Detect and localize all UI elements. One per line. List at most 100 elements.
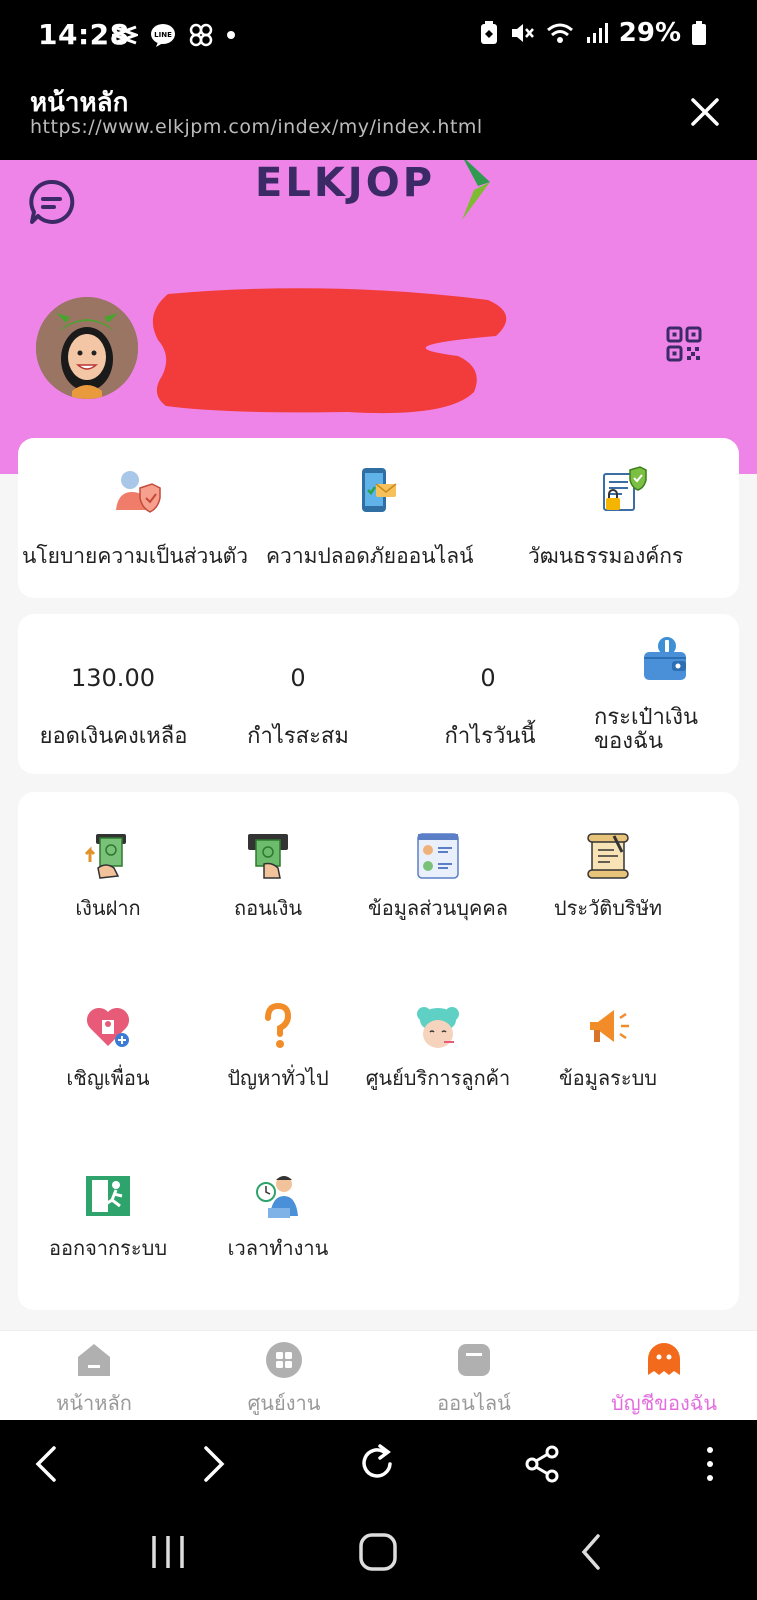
capcut-icon [112, 25, 138, 45]
home-icon [78, 1344, 110, 1376]
balance-label: ยอดเงินคงเหลือ [39, 724, 188, 749]
bottom-nav: หน้าหลัก ศูนย์งาน ออนไลน์ บัญชีของฉัน [0, 1330, 757, 1420]
nav-home-label: หน้าหลัก [56, 1391, 132, 1415]
signal-icon [586, 23, 608, 43]
battery-percent: 29% [618, 18, 681, 48]
profile-header: ELKJOP [0, 160, 757, 474]
menu-item-label: ข้อมูลระบบ [559, 1066, 657, 1090]
pinwheel-icon [189, 23, 213, 47]
my-wallet-label-line2: ของฉัน [594, 729, 664, 754]
nav-my-account[interactable]: บัญชีของฉัน [584, 1341, 744, 1419]
logout-icon [86, 1176, 130, 1216]
policy-online-security[interactable]: ความปลอดภัยออนไลน์ [258, 438, 498, 598]
system-navigation-bar [0, 1510, 757, 1600]
policy-card: นโยบายความเป็นส่วนตัว ความปลอดภัยออนไลน์… [18, 438, 739, 598]
close-icon[interactable] [685, 92, 725, 132]
nav-home[interactable]: หน้าหลัก [14, 1341, 174, 1419]
nav-online-label: ออนไลน์ [437, 1391, 511, 1415]
browser-toolbar [0, 1420, 757, 1510]
battery-saver-icon [480, 21, 497, 44]
my-wallet-button[interactable]: กระเป๋าเงิน ของฉัน [594, 706, 714, 754]
menu-item-label: ปัญหาทั่วไป [227, 1066, 329, 1090]
menu-item-logout[interactable]: ออกจากระบบ [18, 1172, 198, 1282]
system-info-icon [590, 1010, 629, 1042]
menu-item-personal-info[interactable]: ข้อมูลส่วนบุคคล [348, 832, 528, 942]
more-options-icon[interactable] [688, 1442, 732, 1486]
logo-mark-icon [462, 160, 490, 220]
recent-apps-icon[interactable] [146, 1530, 190, 1574]
policy-online-security-label: ความปลอดภัยออนไลน์ [266, 544, 474, 568]
policy-privacy[interactable]: นโยบายความเป็นส่วนตัว [18, 438, 258, 598]
menu-item-label: ข้อมูลส่วนบุคคล [368, 896, 508, 920]
forward-icon[interactable] [190, 1442, 234, 1486]
customer-service-icon [417, 1007, 459, 1048]
task-center-icon [266, 1342, 302, 1378]
logo: ELKJOP [255, 160, 436, 206]
nav-task-center-label: ศูนย์งาน [247, 1391, 321, 1415]
menu-item-label: ศูนย์บริการลูกค้า [365, 1066, 511, 1090]
menu-item-customer-service[interactable]: ศูนย์บริการลูกค้า [348, 1002, 528, 1112]
qr-code-icon[interactable] [666, 326, 702, 362]
working-hours-icon [256, 1176, 298, 1218]
privacy-icon [116, 471, 161, 513]
chat-icon[interactable] [28, 178, 76, 226]
policy-corporate-culture-label: วัฒนธรรมองค์กร [528, 544, 684, 568]
redaction-overlay [152, 288, 507, 414]
status-bar: 14:28 LINE 29% [0, 0, 757, 72]
my-account-icon [648, 1343, 680, 1375]
my-wallet-label-line1: กระเป๋าเงิน [594, 705, 699, 730]
menu-item-withdraw[interactable]: ถอนเงิน [178, 832, 358, 942]
personal-info-icon [417, 833, 459, 879]
system-back-icon[interactable] [570, 1530, 614, 1574]
menu-item-label: ถอนเงิน [233, 896, 303, 920]
menu-item-deposit[interactable]: เงินฝาก [18, 832, 198, 942]
reload-icon[interactable] [356, 1442, 400, 1486]
policy-corporate-culture[interactable]: วัฒนธรรมองค์กร [498, 438, 739, 598]
menu-item-label: เชิญเพื่อน [66, 1066, 150, 1090]
nav-my-account-label: บัญชีของฉัน [610, 1391, 718, 1415]
today-profit-value: 0 [480, 664, 496, 692]
page-content: ELKJOP นโยบายความเป็นส่วนตัว ความปลอดภัย… [0, 160, 757, 1330]
menu-item-label: เวลาทำงาน [227, 1236, 329, 1260]
avatar-image [36, 297, 138, 399]
accumulated-profit-value: 0 [290, 664, 306, 692]
svg-text:LINE: LINE [154, 31, 172, 39]
wallet-icon[interactable] [642, 636, 688, 682]
withdraw-icon [248, 834, 288, 879]
avatar[interactable] [36, 297, 138, 399]
online-icon [458, 1344, 490, 1376]
battery-icon [692, 21, 706, 45]
balance-value: 130.00 [71, 664, 155, 692]
menu-item-system-info[interactable]: ข้อมูลระบบ [518, 1002, 698, 1112]
accumulated-profit-label: กำไรสะสม [247, 724, 349, 749]
notification-icons: LINE [112, 22, 236, 48]
faq-icon [265, 1002, 292, 1048]
menu-item-company-history[interactable]: ประวัติบริษัท [518, 832, 698, 942]
dot-icon [227, 31, 235, 39]
company-history-icon [587, 833, 629, 879]
mute-icon [511, 24, 534, 42]
home-button-icon[interactable] [356, 1530, 400, 1574]
back-icon[interactable] [26, 1442, 70, 1486]
balance-card: 130.00 ยอดเงินคงเหลือ 0 กำไรสะสม 0 กำไรว… [18, 614, 739, 774]
menu-item-label: ประวัติบริษัท [553, 896, 663, 920]
menu-item-invite-friends[interactable]: เชิญเพื่อน [18, 1002, 198, 1112]
menu-item-label: เงินฝาก [75, 896, 141, 920]
browser-header: หน้าหลัก https://www.elkjpm.com/index/my… [0, 72, 757, 160]
policy-privacy-label: นโยบายความเป็นส่วนตัว [22, 544, 249, 568]
deposit-icon [84, 834, 126, 879]
corporate-culture-icon [603, 466, 647, 511]
menu-card: เงินฝาก ถอนเงิน ข้อมูลส่วนบุคคล ประวัติบ… [18, 792, 739, 1310]
line-app-icon: LINE [151, 24, 175, 47]
nav-online[interactable]: ออนไลน์ [394, 1341, 554, 1419]
wifi-icon [546, 23, 573, 43]
invite-friends-icon [86, 1007, 130, 1047]
menu-item-faq[interactable]: ปัญหาทั่วไป [188, 1002, 368, 1112]
page-url[interactable]: https://www.elkjpm.com/index/my/index.ht… [30, 116, 483, 138]
nav-task-center[interactable]: ศูนย์งาน [204, 1341, 364, 1419]
online-security-icon [362, 468, 397, 512]
menu-item-label: ออกจากระบบ [48, 1236, 168, 1260]
menu-item-working-hours[interactable]: เวลาทำงาน [188, 1172, 368, 1282]
share-icon[interactable] [520, 1442, 564, 1486]
today-profit-label: กำไรวันนี้ [444, 724, 536, 749]
